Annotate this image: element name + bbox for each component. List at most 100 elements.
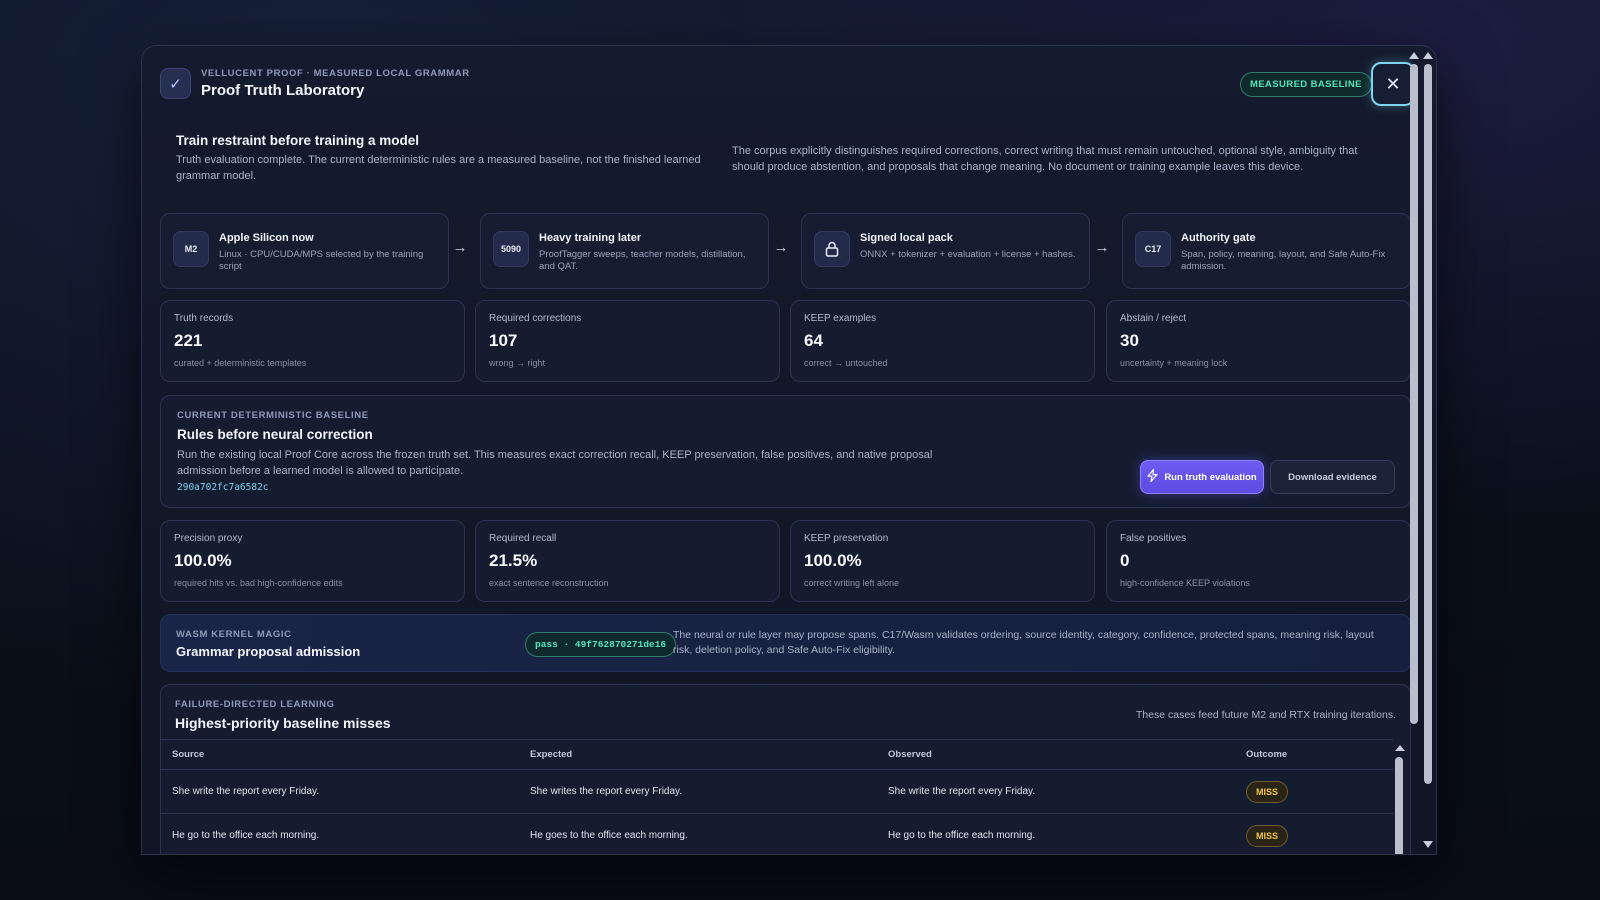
column-header-observed: Observed [888, 749, 932, 760]
cell-outcome: MISS [1235, 824, 1393, 847]
page-scrollbar[interactable] [1422, 50, 1434, 850]
pipeline-step-desc: Span, policy, meaning, layout, and Safe … [1181, 249, 1386, 272]
stat-sub: correct → untouched [804, 358, 888, 368]
dialog-title: Proof Truth Laboratory [201, 82, 365, 99]
column-header-expected: Expected [530, 749, 573, 760]
stat-abstain-reject: Abstain / reject 30 uncertainty + meanin… [1106, 300, 1411, 382]
pipeline-step-authority-gate: C17 Authority gate Span, policy, meaning… [1122, 213, 1411, 289]
metric-label: Precision proxy [174, 533, 243, 544]
metric-value: 100.0% [174, 551, 232, 570]
wasm-eyebrow: WASM KERNEL MAGIC [176, 629, 292, 640]
pipeline-step-title: Authority gate [1181, 232, 1256, 244]
baseline-description: Run the existing local Proof Core across… [177, 449, 933, 477]
pipeline-step-title: Heavy training later [539, 232, 642, 244]
dialog-scrollbar-thumb[interactable] [1410, 64, 1418, 724]
scroll-down-arrow-icon[interactable] [1423, 841, 1433, 848]
metric-sub: required hits vs. bad high-confidence ed… [174, 578, 343, 588]
metric-false-positives: False positives 0 high-confidence KEEP v… [1106, 520, 1411, 602]
metric-label: False positives [1120, 533, 1187, 544]
close-icon: ✕ [1385, 73, 1401, 94]
arrow-right-icon: → [452, 239, 468, 256]
scroll-up-arrow-icon[interactable] [1409, 52, 1419, 59]
header-eyebrow: VELLUCENT PROOF · MEASURED LOCAL GRAMMAR [201, 68, 470, 79]
lock-icon [814, 231, 850, 267]
lightning-icon [1147, 468, 1158, 485]
page-scrollbar-thumb[interactable] [1424, 64, 1432, 784]
table-row: She write the report every Friday. She w… [161, 770, 1393, 814]
metric-value: 21.5% [489, 551, 538, 570]
intro-corpus-note: The corpus explicitly distinguishes requ… [732, 145, 1358, 173]
stat-keep-examples: KEEP examples 64 correct → untouched [790, 300, 1095, 382]
failures-eyebrow: FAILURE-DIRECTED LEARNING [175, 699, 335, 710]
stat-value: 107 [489, 331, 518, 350]
failures-title: Highest-priority baseline misses [175, 715, 391, 731]
cell-outcome: MISS [1235, 780, 1393, 803]
run-truth-evaluation-button[interactable]: Run truth evaluation [1140, 460, 1264, 494]
pipeline-step-signed-pack: Signed local pack ONNX + tokenizer + eva… [801, 213, 1090, 289]
metric-sub: exact sentence reconstruction [489, 578, 609, 588]
pipeline-step-heavy-training: 5090 Heavy training later ProofTagger sw… [480, 213, 769, 289]
wasm-title: Grammar proposal admission [176, 644, 361, 659]
intro-summary: Truth evaluation complete. The current d… [176, 154, 701, 182]
table-scrollbar-thumb[interactable] [1395, 757, 1403, 854]
failures-note: These cases feed future M2 and RTX train… [1135, 709, 1396, 721]
pipeline-badge: 5090 [493, 231, 529, 267]
arrow-right-icon: → [1094, 239, 1110, 256]
stat-value: 30 [1120, 331, 1139, 350]
close-button[interactable]: ✕ [1371, 62, 1412, 106]
wasm-description: The neural or rule layer may propose spa… [673, 629, 1374, 656]
arrow-right-icon: → [773, 239, 789, 256]
table-scrollbar[interactable] [1391, 739, 1407, 854]
baseline-misses-panel: FAILURE-DIRECTED LEARNING Highest-priori… [160, 684, 1411, 854]
column-header-source: Source [172, 749, 205, 760]
metrics-row: Precision proxy 100.0% required hits vs.… [160, 520, 1411, 602]
pipeline-step-title: Signed local pack [860, 232, 953, 244]
table-row: He go to the office each morning. He goe… [161, 814, 1393, 854]
dialog-header: ✓ VELLUCENT PROOF · MEASURED LOCAL GRAMM… [160, 68, 470, 99]
run-button-label: Run truth evaluation [1164, 471, 1257, 483]
check-icon: ✓ [160, 68, 191, 99]
pipeline-step-apple-silicon: M2 Apple Silicon now Linux · CPU/CUDA/MP… [160, 213, 449, 289]
stat-sub: wrong → right [489, 358, 546, 368]
stat-sub: uncertainty + meaning lock [1120, 358, 1228, 368]
stat-label: Truth records [174, 313, 234, 324]
intro-title: Train restraint before training a model [176, 133, 420, 148]
cell-observed: She write the report every Friday. [888, 786, 1036, 797]
stat-value: 64 [804, 331, 823, 350]
cell-expected: He goes to the office each morning. [530, 830, 688, 841]
download-evidence-button[interactable]: Download evidence [1270, 460, 1395, 494]
deterministic-baseline-panel: CURRENT DETERMINISTIC BASELINE Rules bef… [160, 395, 1411, 508]
baseline-hash: 290a702fc7a6582c [177, 482, 269, 493]
column-header-outcome: Outcome [1246, 749, 1288, 760]
cell-expected: She writes the report every Friday. [530, 786, 683, 797]
metric-value: 100.0% [804, 551, 862, 570]
stat-label: Abstain / reject [1120, 313, 1187, 324]
baseline-title: Rules before neural correction [177, 427, 373, 442]
cell-source: She write the report every Friday. [172, 786, 320, 797]
metric-label: Required recall [489, 533, 557, 544]
baseline-eyebrow: CURRENT DETERMINISTIC BASELINE [177, 410, 369, 421]
stat-required-corrections: Required corrections 107 wrong → right [475, 300, 780, 382]
wasm-kernel-panel: WASM KERNEL MAGIC Grammar proposal admis… [160, 614, 1411, 672]
stat-label: KEEP examples [804, 313, 877, 324]
metric-sub: correct writing left alone [804, 578, 900, 588]
pipeline-step-desc: ProofTagger sweeps, teacher models, dist… [539, 249, 746, 272]
metric-label: KEEP preservation [804, 533, 889, 544]
cell-observed: He go to the office each morning. [888, 830, 1036, 841]
scroll-up-arrow-icon[interactable] [1395, 745, 1405, 751]
pipeline-step-desc: ONNX + tokenizer + evaluation + license … [860, 249, 1076, 260]
stat-value: 221 [174, 331, 203, 350]
pipeline-step-title: Apple Silicon now [219, 232, 314, 244]
metric-required-recall: Required recall 21.5% exact sentence rec… [475, 520, 780, 602]
miss-badge: MISS [1246, 780, 1289, 803]
metric-value: 0 [1120, 551, 1130, 570]
table-header: Source Expected Observed Outcome [161, 740, 1393, 770]
stat-label: Required corrections [489, 313, 582, 324]
measured-baseline-badge: MEASURED BASELINE [1240, 72, 1372, 97]
miss-badge: MISS [1246, 824, 1289, 847]
scroll-up-arrow-icon[interactable] [1423, 52, 1433, 59]
truth-stats-row: Truth records 221 curated + deterministi… [160, 300, 1411, 382]
dialog-scrollbar[interactable] [1408, 50, 1420, 850]
training-pipeline: M2 Apple Silicon now Linux · CPU/CUDA/MP… [160, 213, 1411, 289]
metric-keep-preservation: KEEP preservation 100.0% correct writing… [790, 520, 1095, 602]
